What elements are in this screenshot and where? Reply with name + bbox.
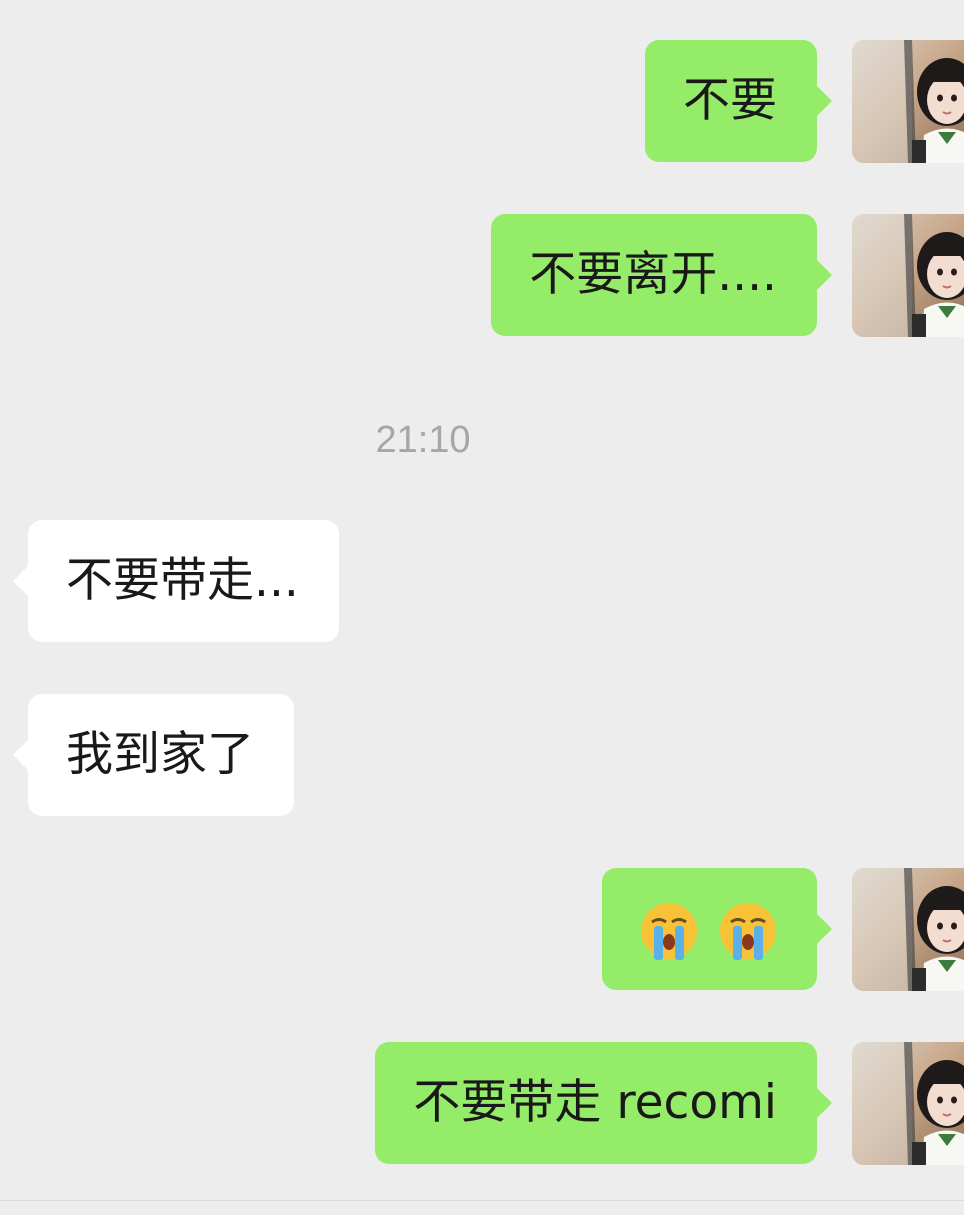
user-avatar[interactable] <box>852 1042 964 1165</box>
message-text: 我到家了 <box>66 727 254 782</box>
user-avatar[interactable] <box>852 868 964 991</box>
outgoing-emoji-bubble[interactable] <box>602 868 832 993</box>
message-text: 不要带走... <box>66 553 299 608</box>
message-text: 不要离开.... <box>529 247 777 302</box>
avatar-image <box>852 214 964 337</box>
outgoing-message-bubble[interactable]: 不要 <box>645 40 832 162</box>
avatar-image <box>852 868 964 991</box>
outgoing-message-bubble[interactable]: 不要带走 recomi <box>375 1042 832 1164</box>
avatar-image <box>852 40 964 163</box>
loudly-crying-face-icon <box>720 903 776 960</box>
outgoing-message-bubble[interactable]: 不要离开.... <box>491 214 832 336</box>
message-text: 不要 <box>683 73 777 128</box>
loudly-crying-face-icon <box>641 903 698 960</box>
emoji-row <box>638 871 779 993</box>
message-timestamp: 21:10 <box>375 419 471 461</box>
message-text: 不要带走 recomi <box>413 1075 777 1130</box>
user-avatar[interactable] <box>852 214 964 337</box>
incoming-message-bubble[interactable]: 我到家了 <box>13 694 294 816</box>
bottom-divider <box>0 1200 964 1201</box>
incoming-message-bubble[interactable]: 不要带走... <box>13 520 339 642</box>
avatar-image <box>852 1042 964 1165</box>
user-avatar[interactable] <box>852 40 964 163</box>
